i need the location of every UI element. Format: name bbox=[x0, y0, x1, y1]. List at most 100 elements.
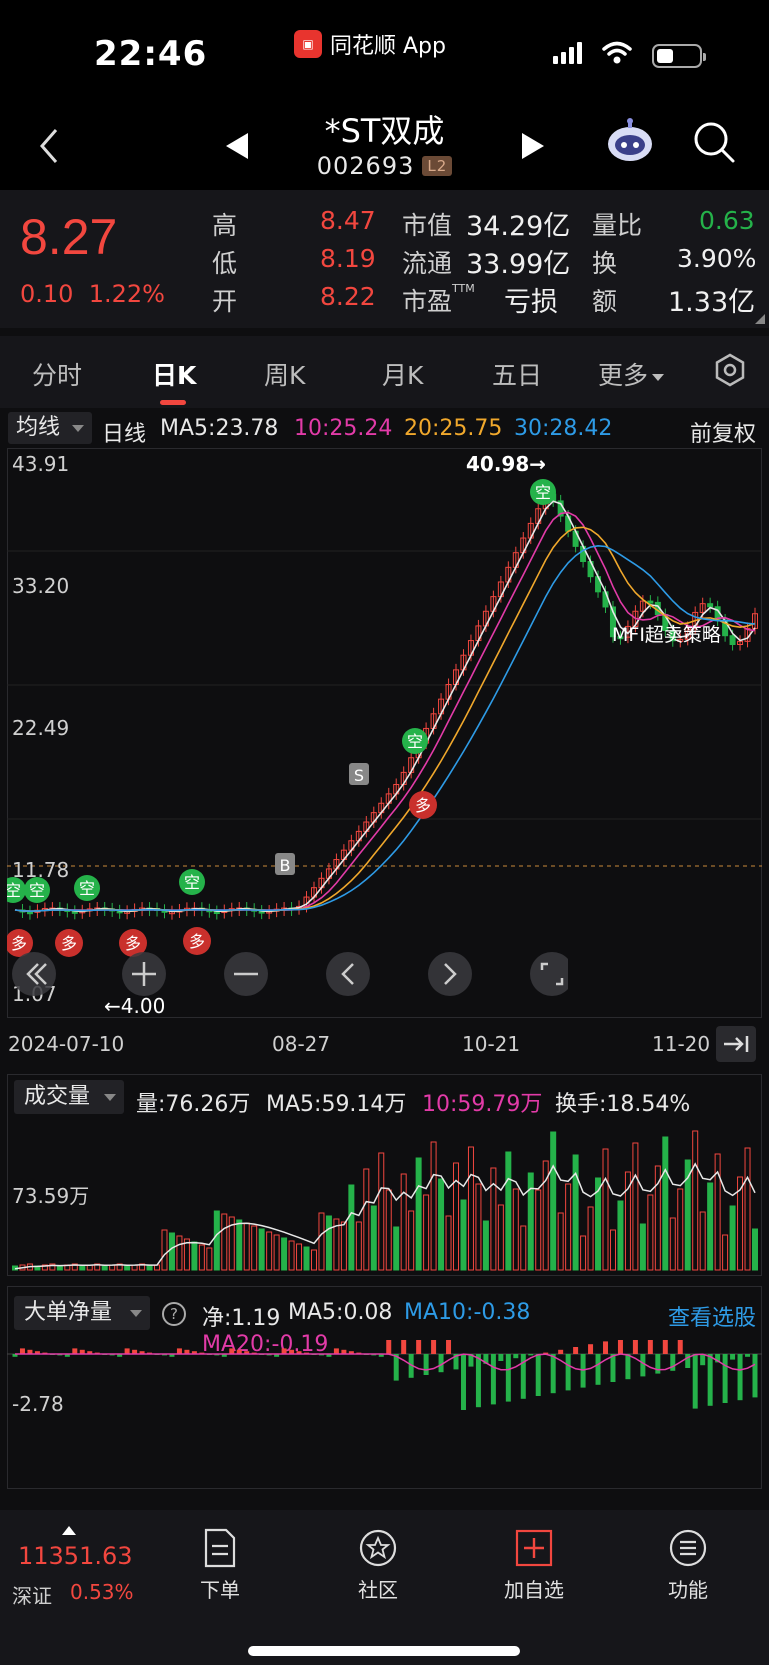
volume-bar bbox=[430, 1141, 437, 1271]
volume-bar bbox=[213, 1210, 220, 1271]
volume-y-label: 73.59万 bbox=[12, 1184, 90, 1208]
tab-monthly-k[interactable]: 月K bbox=[382, 356, 423, 392]
home-indicator[interactable] bbox=[248, 1646, 520, 1656]
volume-bar bbox=[243, 1222, 250, 1271]
volume-chart[interactable] bbox=[7, 1118, 762, 1274]
long-signal-label: 多 bbox=[11, 934, 27, 953]
volume-bar bbox=[445, 1215, 452, 1271]
functions-button[interactable]: 功能 bbox=[638, 1528, 738, 1603]
index-value[interactable]: 11351.63 bbox=[18, 1542, 133, 1570]
net-flow-bar bbox=[722, 1354, 728, 1403]
net-flow-bar bbox=[617, 1340, 623, 1354]
net-flow-bar bbox=[446, 1340, 452, 1354]
net-flow-bar bbox=[19, 1348, 25, 1354]
net-flow-bar bbox=[229, 1348, 235, 1354]
add-watchlist-icon bbox=[515, 1529, 553, 1567]
market-cap-label: 市值 bbox=[402, 211, 453, 240]
volume-bar bbox=[505, 1151, 512, 1271]
community-star-icon bbox=[359, 1529, 397, 1567]
indicator-selector[interactable]: 均线 bbox=[8, 412, 92, 444]
volume-bar bbox=[176, 1235, 183, 1271]
volume-bar bbox=[752, 1228, 758, 1271]
float-cap-value: 33.99亿 bbox=[466, 249, 571, 280]
net-flow-bar bbox=[692, 1354, 698, 1409]
net-flow-bar bbox=[505, 1354, 511, 1402]
help-icon[interactable]: ? bbox=[162, 1302, 186, 1326]
price-adjust-toggle[interactable]: 前复权 bbox=[690, 416, 756, 448]
volume-bar bbox=[236, 1219, 243, 1271]
volume-bar bbox=[557, 1212, 564, 1271]
tab-intraday[interactable]: 分时 bbox=[32, 356, 82, 392]
view-stock-picks-link[interactable]: 查看选股 bbox=[668, 1300, 756, 1332]
volume-bar bbox=[423, 1194, 430, 1271]
volume-indicator-selector[interactable]: 成交量 bbox=[14, 1080, 124, 1114]
level2-badge[interactable]: L2 bbox=[422, 156, 453, 176]
volume-bar bbox=[669, 1217, 676, 1271]
net-flow-bar bbox=[565, 1354, 571, 1391]
index-name: 深证 bbox=[12, 1584, 52, 1608]
community-button[interactable]: 社区 bbox=[328, 1528, 428, 1603]
period-label: 日线 bbox=[102, 422, 147, 447]
order-button[interactable]: 下单 bbox=[170, 1528, 270, 1603]
app-name: 同花顺 App bbox=[330, 34, 446, 59]
volume-bar bbox=[482, 1220, 489, 1271]
volume-bar bbox=[609, 1229, 616, 1271]
menu-circle-icon bbox=[669, 1529, 707, 1567]
net-flow-bar bbox=[752, 1354, 758, 1398]
volume-bar bbox=[385, 1189, 392, 1271]
scroll-left-icon[interactable] bbox=[326, 952, 370, 996]
moving-average-legend: 均线 日线 MA5:23.78 10:25.24 20:25.75 30:28.… bbox=[0, 408, 769, 448]
next-stock-icon[interactable] bbox=[522, 133, 544, 159]
search-icon[interactable] bbox=[692, 120, 736, 164]
volume-bar bbox=[146, 1265, 153, 1271]
add-watchlist-button[interactable]: 加自选 bbox=[484, 1528, 584, 1603]
volume-bar bbox=[206, 1247, 213, 1271]
volume-bar bbox=[460, 1199, 467, 1271]
net-flow-bar bbox=[333, 1348, 339, 1354]
volume-bar bbox=[453, 1162, 460, 1271]
chevron-down-icon bbox=[72, 425, 84, 432]
tab-daily-k[interactable]: 日K bbox=[152, 356, 196, 392]
ma20-value: 20:25.75 bbox=[404, 416, 503, 441]
net-flow-bar bbox=[745, 1354, 751, 1357]
tab-more[interactable]: 更多 bbox=[598, 356, 665, 392]
volume-bar bbox=[288, 1240, 295, 1271]
volume-bar bbox=[56, 1265, 63, 1271]
volume-ratio-value: 0.63 bbox=[699, 206, 755, 235]
net-flow-bar bbox=[647, 1340, 653, 1354]
settings-hexagon-icon[interactable] bbox=[712, 352, 748, 388]
expand-corner-icon[interactable] bbox=[755, 314, 765, 324]
big-order-chart[interactable] bbox=[7, 1340, 762, 1488]
net-flow-bar bbox=[640, 1354, 646, 1377]
volume-bar bbox=[662, 1136, 669, 1271]
candle-body bbox=[707, 603, 714, 608]
volume-bar bbox=[393, 1226, 400, 1271]
short-signal-label: 空 bbox=[407, 732, 423, 751]
big-order-indicator-selector[interactable]: 大单净量 bbox=[14, 1296, 150, 1330]
flow-ma10: MA10:-0.38 bbox=[404, 1300, 531, 1325]
net-flow-bar bbox=[72, 1348, 78, 1354]
tab-five-day[interactable]: 五日 bbox=[492, 356, 542, 392]
net-flow-bar bbox=[475, 1354, 481, 1408]
mfi-strategy-label[interactable]: MFI超卖策略 bbox=[612, 620, 721, 647]
net-flow-bar bbox=[573, 1347, 579, 1354]
ai-assistant-robot-icon[interactable] bbox=[604, 116, 656, 168]
kline-chart[interactable]: 空空空空空空多多多多多BS bbox=[7, 448, 762, 1018]
open-value: 8.22 bbox=[320, 282, 376, 311]
scroll-left-fast-icon[interactable] bbox=[12, 952, 56, 996]
tab-weekly-k[interactable]: 周K bbox=[264, 356, 305, 392]
chevron-down-icon bbox=[130, 1310, 142, 1317]
net-flow-bar bbox=[707, 1354, 713, 1406]
volume-bar bbox=[400, 1173, 407, 1271]
net-flow-bar bbox=[386, 1340, 392, 1354]
fullscreen-icon[interactable] bbox=[530, 952, 568, 996]
volume-ratio-label: 量比 bbox=[592, 211, 643, 240]
long-signal-label: 多 bbox=[415, 796, 431, 815]
chart-nav-overlay bbox=[12, 952, 568, 996]
volume-bar bbox=[729, 1205, 736, 1271]
scroll-right-icon[interactable] bbox=[428, 952, 472, 996]
volume-bar bbox=[296, 1243, 303, 1271]
jump-to-latest-icon[interactable] bbox=[716, 1026, 756, 1062]
net-flow-bar bbox=[528, 1354, 534, 1356]
net-flow-bar bbox=[737, 1354, 743, 1401]
